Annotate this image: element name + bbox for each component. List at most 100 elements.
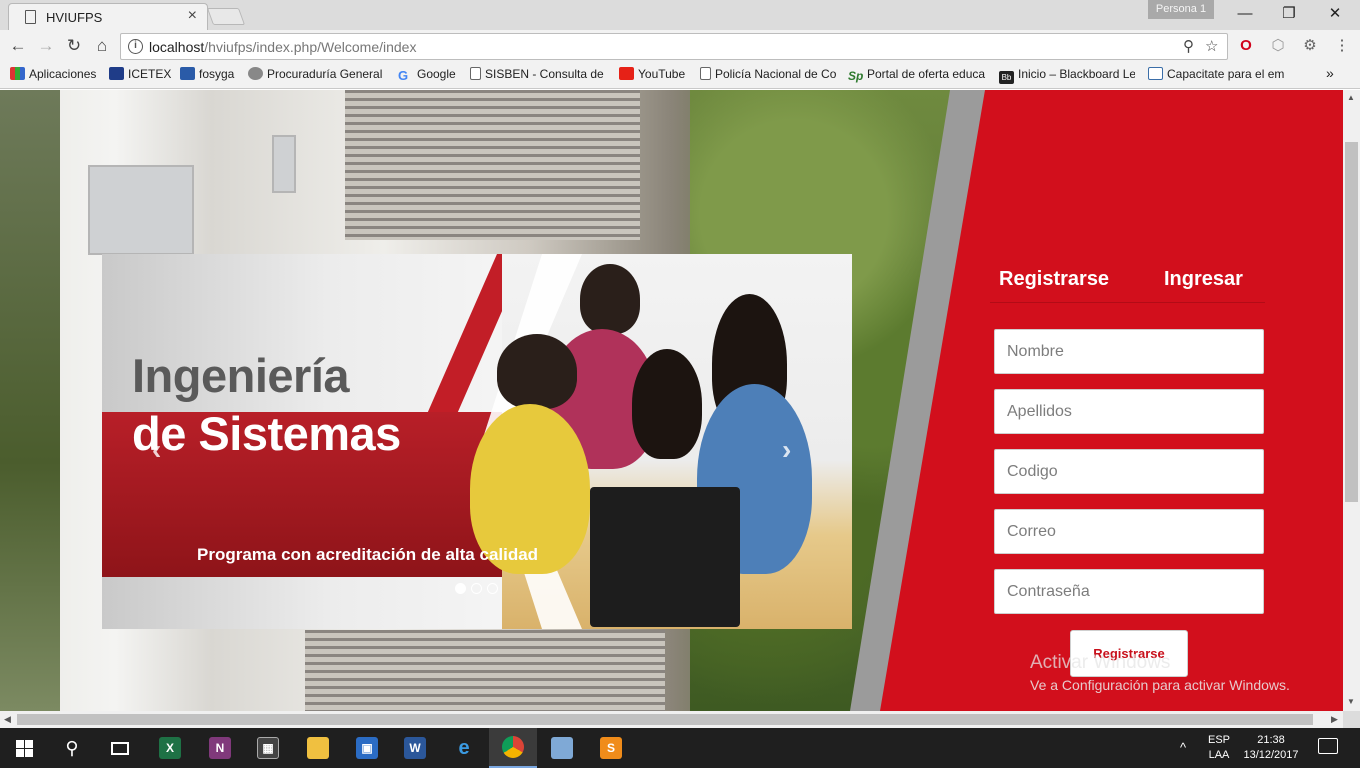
onenote-app[interactable]: N: [196, 728, 244, 768]
sublime-text-app[interactable]: S: [587, 728, 635, 768]
back-button[interactable]: ←: [7, 35, 29, 57]
scrollbar-thumb[interactable]: [1345, 142, 1358, 502]
tray-overflow-icon[interactable]: ^: [1180, 740, 1186, 755]
slide-subtitle: Programa con acreditación de alta calida…: [197, 545, 539, 564]
bookmark-item[interactable]: Policía Nacional de Co: [700, 67, 836, 85]
tab-register[interactable]: Registrarse: [999, 268, 1109, 291]
slide-heading: Ingeniería: [132, 349, 350, 402]
carousel-prev-button[interactable]: ‹: [152, 434, 161, 466]
forward-button[interactable]: →: [35, 35, 57, 57]
info-icon[interactable]: i: [128, 39, 143, 54]
tab-login[interactable]: Ingresar: [1164, 268, 1243, 291]
activation-watermark-detail: Ve a Configuración para activar Windows.: [1030, 677, 1290, 693]
extension-off-icon[interactable]: ⚙: [1300, 36, 1320, 56]
bookmark-item[interactable]: ICETEX: [109, 67, 173, 85]
ie-icon: e: [458, 736, 470, 759]
excel-icon: X: [159, 737, 181, 759]
page-icon: [470, 67, 481, 80]
close-tab-icon[interactable]: ×: [188, 7, 197, 25]
apellidos-field[interactable]: [994, 389, 1264, 434]
carousel-next-button[interactable]: ›: [782, 434, 791, 466]
page-viewport: Ingeniería de Sistemas Programa con acre…: [0, 90, 1343, 711]
word-app[interactable]: W: [391, 728, 439, 768]
codigo-field[interactable]: [994, 449, 1264, 494]
tab-strip: HVIUFPS × Persona 1 — ❐ ✕: [0, 0, 1360, 30]
search-icon: ⚲: [65, 737, 79, 758]
bookmark-item[interactable]: Procuraduría General: [248, 67, 383, 85]
store-app[interactable]: ▣: [343, 728, 391, 768]
portal-icon: Sp: [848, 69, 864, 83]
browser-toolbar: ← → ↻ ⌂ i localhost/hviufps/index.php/We…: [0, 30, 1360, 63]
background-tree: [0, 90, 60, 711]
windows-taskbar: ⚲ X N ▦ ▣ W e S ^ ESP LAA 21:38 13/12/2017: [0, 728, 1360, 768]
bookmark-item[interactable]: Bb Inicio – Blackboard Le: [999, 67, 1135, 85]
bookmark-item[interactable]: Sp Portal de oferta educa: [848, 67, 986, 85]
more-bookmarks-button[interactable]: »: [1326, 65, 1340, 83]
bookmarks-bar: Aplicaciones ICETEX fosyga Procuraduría …: [0, 63, 1360, 89]
password-field[interactable]: [994, 569, 1264, 614]
url-text: localhost/hviufps/index.php/Welcome/inde…: [149, 39, 417, 55]
file-explorer-app[interactable]: [294, 728, 342, 768]
apps-grid-icon: [10, 67, 25, 80]
carousel-indicator[interactable]: [455, 583, 466, 594]
menu-icon[interactable]: ⋮: [1332, 36, 1352, 56]
bookmark-item[interactable]: Capacitate para el em: [1148, 67, 1286, 85]
google-icon: G: [398, 68, 409, 83]
clock[interactable]: 21:38 13/12/2017: [1238, 734, 1304, 761]
profile-button[interactable]: Persona 1: [1148, 0, 1214, 19]
scroll-right-icon[interactable]: ▶: [1331, 714, 1338, 725]
background-louvres: [345, 90, 640, 240]
bookmark-item[interactable]: G Google: [398, 67, 460, 85]
chrome-app[interactable]: [489, 728, 537, 768]
language-indicator[interactable]: ESP LAA: [1204, 734, 1234, 761]
new-tab-button[interactable]: [206, 8, 246, 25]
nombre-field[interactable]: [994, 329, 1264, 374]
chrome-icon: [502, 736, 524, 758]
close-window-button[interactable]: ✕: [1312, 3, 1358, 25]
internet-explorer-app[interactable]: e: [440, 728, 488, 768]
laptop-image: [590, 487, 740, 627]
excel-app[interactable]: X: [146, 728, 194, 768]
horizontal-scrollbar[interactable]: ◀ ▶: [0, 711, 1343, 728]
maximize-button[interactable]: ❐: [1266, 3, 1312, 25]
reload-button[interactable]: ↻: [63, 35, 85, 57]
task-view-icon: [111, 741, 129, 755]
key-icon[interactable]: ⚲: [1183, 37, 1194, 55]
scroll-left-icon[interactable]: ◀: [4, 714, 11, 725]
bookmark-item[interactable]: Aplicaciones: [10, 67, 102, 85]
bookmark-item[interactable]: fosyga: [180, 67, 242, 85]
email-field[interactable]: [994, 509, 1264, 554]
minimize-button[interactable]: —: [1222, 3, 1268, 25]
slide-heading: de Sistemas: [132, 407, 401, 460]
bookmark-star-icon[interactable]: ☆: [1205, 37, 1218, 55]
blackboard-icon: Bb: [999, 71, 1014, 84]
home-button[interactable]: ⌂: [91, 35, 113, 57]
scroll-down-icon[interactable]: ▼: [1347, 697, 1355, 706]
notifications-icon[interactable]: [1318, 738, 1338, 754]
onenote-icon: N: [209, 737, 231, 759]
calculator-app[interactable]: ▦: [244, 728, 292, 768]
student-figure: [497, 334, 577, 409]
browser-tab[interactable]: HVIUFPS ×: [8, 3, 208, 30]
tab-divider: [990, 302, 1265, 303]
student-figure: [580, 264, 640, 334]
image-carousel[interactable]: Ingeniería de Sistemas Programa con acre…: [102, 254, 852, 629]
search-button[interactable]: ⚲: [48, 728, 96, 768]
shield-extension-icon[interactable]: ⬡: [1268, 36, 1288, 56]
carousel-indicator[interactable]: [487, 583, 498, 594]
word-icon: W: [404, 737, 426, 759]
scroll-up-icon[interactable]: ▲: [1347, 93, 1355, 102]
carousel-indicator[interactable]: [471, 583, 482, 594]
start-button[interactable]: [0, 728, 48, 768]
vertical-scrollbar[interactable]: ▲ ▼: [1343, 90, 1360, 711]
fosyga-icon: [180, 67, 195, 80]
task-view-button[interactable]: [96, 728, 144, 768]
store-icon: ▣: [356, 737, 378, 759]
address-bar[interactable]: i localhost/hviufps/index.php/Welcome/in…: [120, 33, 1228, 60]
virtualbox-app[interactable]: [538, 728, 586, 768]
opera-extension-icon[interactable]: O: [1236, 36, 1256, 56]
bookmark-item[interactable]: YouTube: [619, 67, 689, 85]
bookmark-item[interactable]: SISBEN - Consulta de: [470, 67, 604, 85]
scrollbar-thumb[interactable]: [17, 714, 1313, 725]
background-window: [88, 165, 194, 255]
